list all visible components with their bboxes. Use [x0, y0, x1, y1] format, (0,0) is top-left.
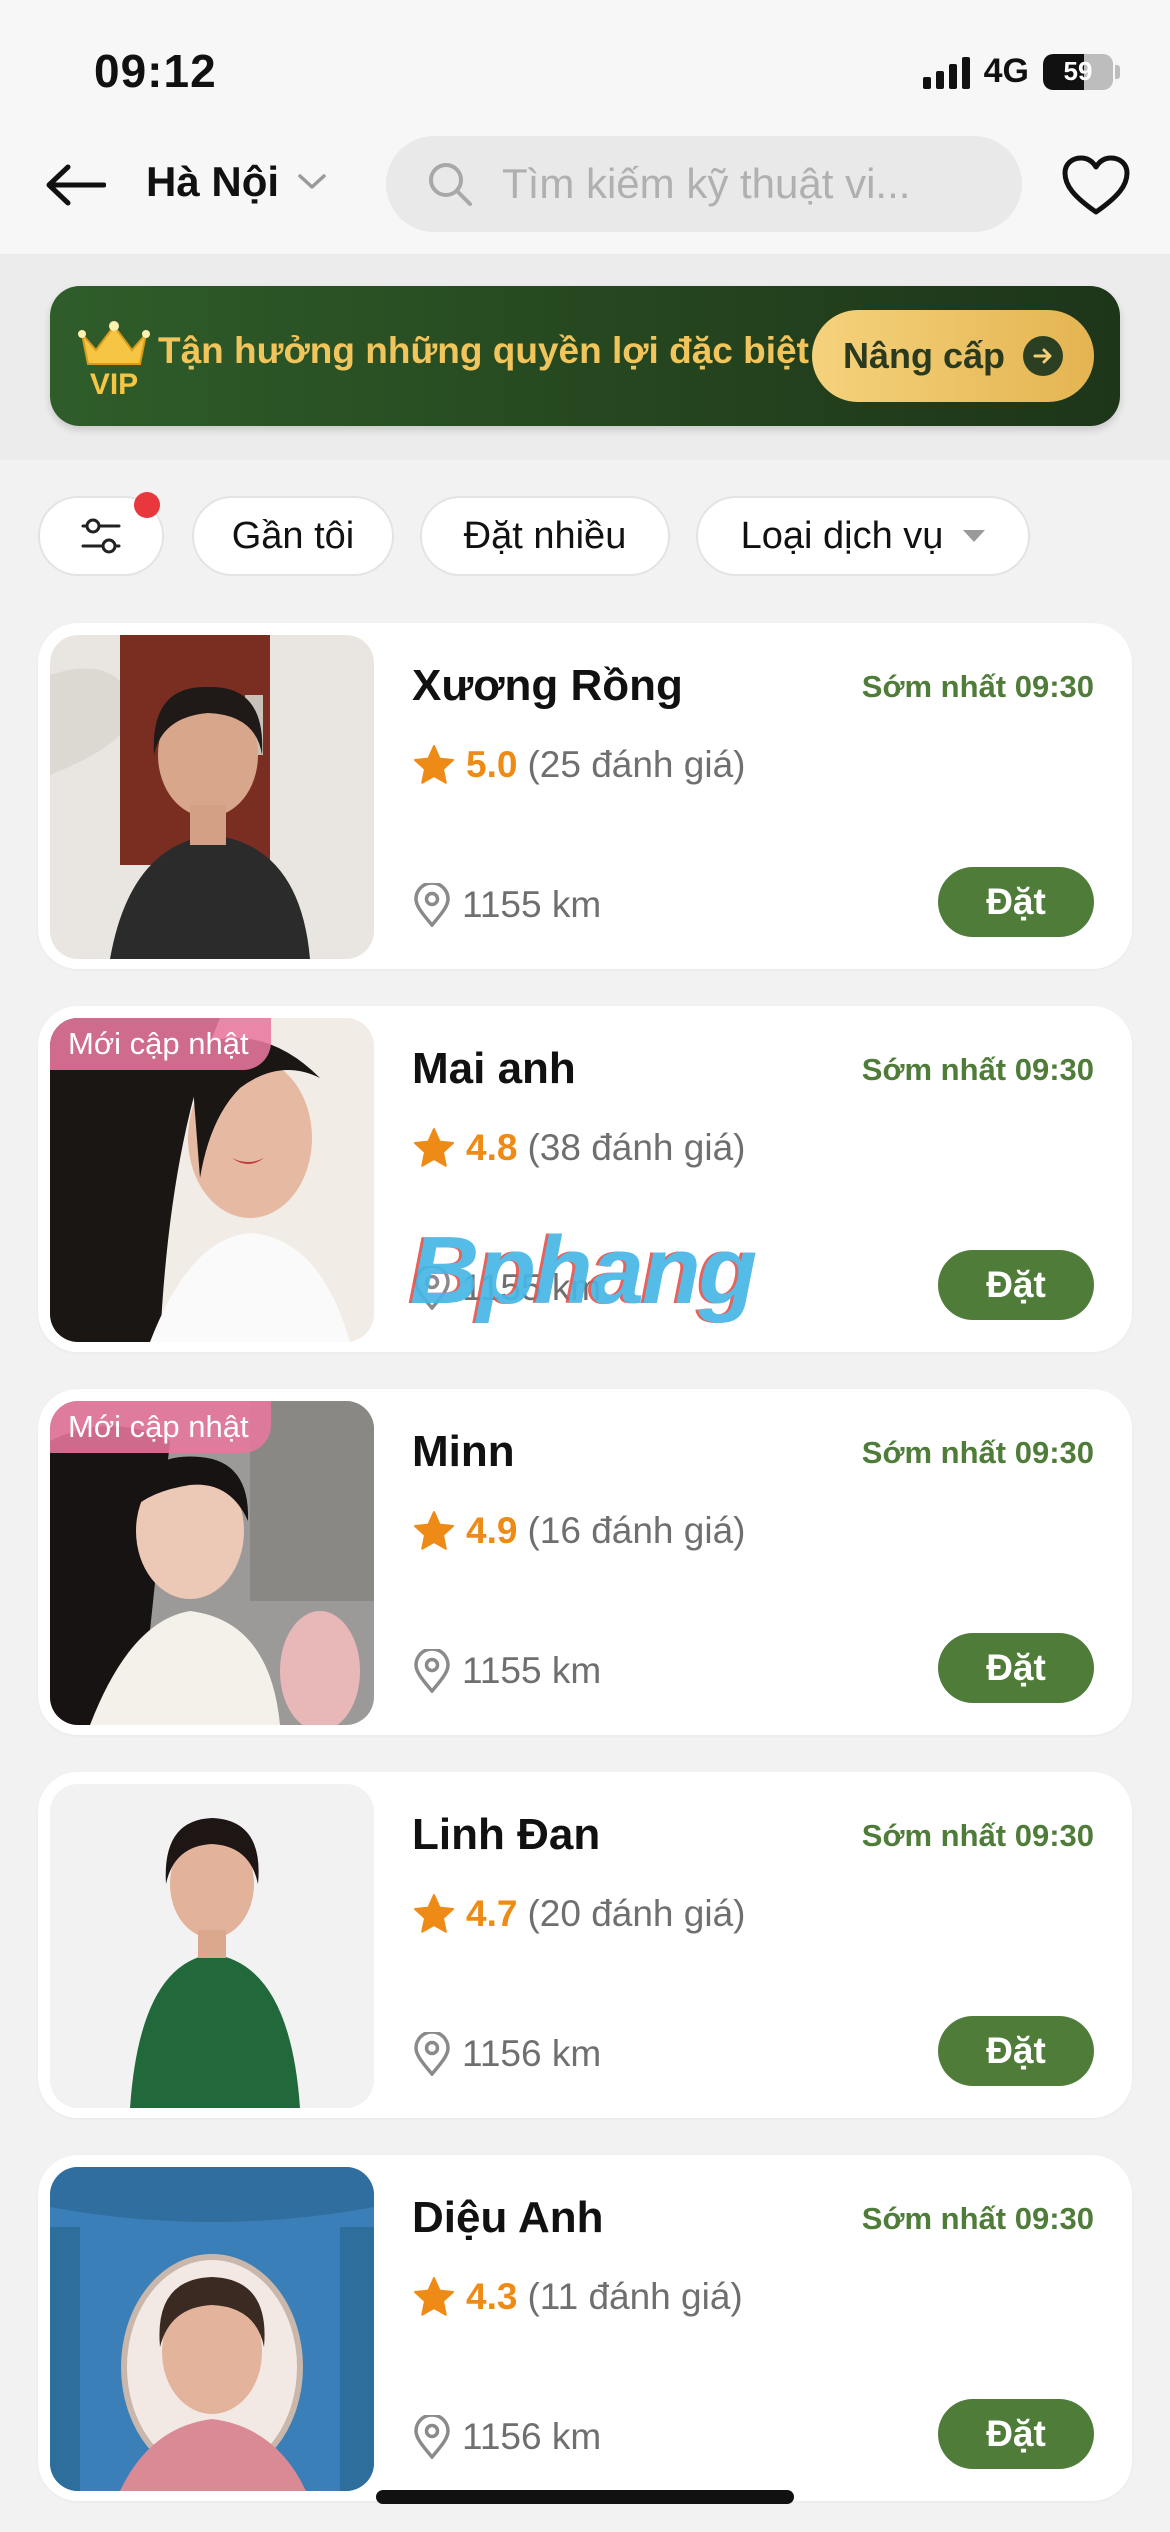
earliest-slot: Sớm nhất 09:30 [861, 669, 1094, 704]
rating-value: 4.8 [466, 1127, 518, 1168]
technician-name: Linh Đan [412, 1810, 601, 1859]
search-icon [429, 163, 472, 206]
rating: 5.0 (25 đánh giá) [412, 743, 745, 787]
book-button[interactable]: Đặt [938, 1250, 1094, 1320]
new-update-badge: Mới cập nhật [50, 1401, 271, 1453]
search-bar[interactable] [386, 136, 1022, 232]
city-label: Hà Nội [146, 158, 280, 205]
earliest-slot: Sớm nhất 09:30 [861, 1818, 1094, 1853]
technician-card[interactable]: Mới cập nhật Minn Sớm nhất 09:30 4.9 (16… [38, 1389, 1132, 1735]
filter-chip-near-me[interactable]: Gần tôi [192, 496, 394, 576]
technician-name: Mai anh [412, 1044, 576, 1093]
city-selector[interactable]: Hà Nội [146, 158, 327, 206]
book-button[interactable]: Đặt [938, 867, 1094, 937]
notification-dot [134, 492, 160, 518]
vip-icon-text: VIP [90, 368, 138, 396]
star-icon [414, 745, 454, 784]
book-button[interactable]: Đặt [938, 2399, 1094, 2469]
technician-photo: Mới cập nhật [50, 1401, 374, 1725]
technician-photo [50, 1784, 374, 2108]
rating: 4.7 (20 đánh giá) [412, 1892, 745, 1936]
status-time: 09:12 [94, 45, 217, 97]
distance: 1155 km [412, 1649, 601, 1693]
technician-name: Diệu Anh [412, 2193, 604, 2242]
upgrade-button-label: Nâng cấp [842, 335, 1006, 376]
technician-name: Minn [412, 1427, 515, 1476]
location-pin-icon [414, 883, 450, 927]
heart-icon [1062, 155, 1130, 215]
technician-card[interactable]: Linh Đan Sớm nhất 09:30 4.7 (20 đánh giá… [38, 1772, 1132, 2118]
location-pin-icon [414, 2032, 450, 2076]
distance: 1156 km [412, 2032, 601, 2076]
service-type-label: Loại dịch vụ [740, 514, 944, 557]
technician-photo: Mới cập nhật [50, 1018, 374, 1342]
technician-photo [50, 2167, 374, 2491]
status-indicators: 4G 59 [922, 52, 1120, 91]
vip-banner[interactable]: VIP Tận hưởng những quyền lợi đặc biệt N… [50, 286, 1120, 426]
banner-section: VIP Tận hưởng những quyền lợi đặc biệt N… [0, 254, 1170, 460]
book-button[interactable]: Đặt [938, 2016, 1094, 2086]
watermark: Bphang [410, 1217, 757, 1324]
filter-chip-most-booked[interactable]: Đặt nhiều [420, 496, 670, 576]
home-indicator[interactable] [376, 2490, 794, 2504]
battery-icon: 59 [1043, 53, 1120, 90]
new-update-badge: Mới cập nhật [50, 1018, 271, 1070]
sliders-icon [81, 518, 121, 554]
location-pin-icon [414, 1649, 450, 1693]
review-count: (16 đánh giá) [527, 1510, 746, 1551]
review-count: (38 đánh giá) [527, 1127, 746, 1168]
star-icon [414, 1511, 454, 1550]
distance-value: 1155 km [462, 884, 602, 925]
review-count: (25 đánh giá) [527, 744, 746, 785]
search-input[interactable] [502, 160, 982, 208]
arrow-right-icon [1023, 336, 1064, 376]
earliest-slot: Sớm nhất 09:30 [861, 2201, 1094, 2236]
distance-value: 1156 km [462, 2033, 602, 2074]
rating-value: 4.3 [466, 2276, 518, 2317]
review-count: (11 đánh giá) [527, 2276, 743, 2317]
back-arrow-icon [46, 164, 106, 206]
upgrade-button[interactable]: Nâng cấp [812, 310, 1094, 402]
earliest-slot: Sớm nhất 09:30 [861, 1435, 1094, 1470]
favorites-button[interactable] [1056, 150, 1136, 220]
vip-banner-text: Tận hưởng những quyền lợi đặc biệt [158, 330, 809, 371]
chevron-down-icon [298, 174, 326, 189]
star-icon [414, 1128, 454, 1167]
technician-card[interactable]: Xương Rồng Sớm nhất 09:30 5.0 (25 đánh g… [38, 623, 1132, 969]
rating: 4.3 (11 đánh giá) [412, 2275, 743, 2319]
rating-value: 4.9 [466, 1510, 518, 1551]
rating: 4.9 (16 đánh giá) [412, 1509, 745, 1553]
technician-name: Xương Rồng [412, 661, 683, 710]
filter-bar: Gần tôi Đặt nhiều Loại dịch vụ [0, 460, 1170, 610]
book-button[interactable]: Đặt [938, 1633, 1094, 1703]
review-count: (20 đánh giá) [527, 1893, 746, 1934]
filter-chip-service-type[interactable]: Loại dịch vụ [696, 496, 1030, 576]
caret-down-icon [963, 530, 986, 542]
status-bar: 09:12 4G 59 [0, 0, 1170, 130]
technician-photo [50, 635, 374, 959]
technician-card[interactable]: Diệu Anh Sớm nhất 09:30 4.3 (11 đánh giá… [38, 2155, 1132, 2501]
distance: 1155 km [412, 883, 601, 927]
crown-icon: VIP [78, 321, 150, 396]
rating-value: 4.7 [466, 1893, 518, 1934]
signal-icon [922, 55, 970, 89]
filter-settings-button[interactable] [38, 492, 164, 576]
network-label: 4G [983, 52, 1029, 90]
rating: 4.8 (38 đánh giá) [412, 1126, 745, 1170]
star-icon [414, 2277, 454, 2316]
rating-value: 5.0 [466, 744, 518, 785]
distance: 1156 km [412, 2415, 601, 2459]
top-header: Hà Nội [0, 130, 1170, 254]
back-button[interactable] [40, 150, 110, 220]
star-icon [414, 1894, 454, 1933]
distance-value: 1156 km [462, 2416, 602, 2457]
earliest-slot: Sớm nhất 09:30 [861, 1052, 1094, 1087]
battery-level: 59 [1063, 56, 1093, 86]
location-pin-icon [414, 2415, 450, 2459]
distance-value: 1155 km [462, 1650, 602, 1691]
